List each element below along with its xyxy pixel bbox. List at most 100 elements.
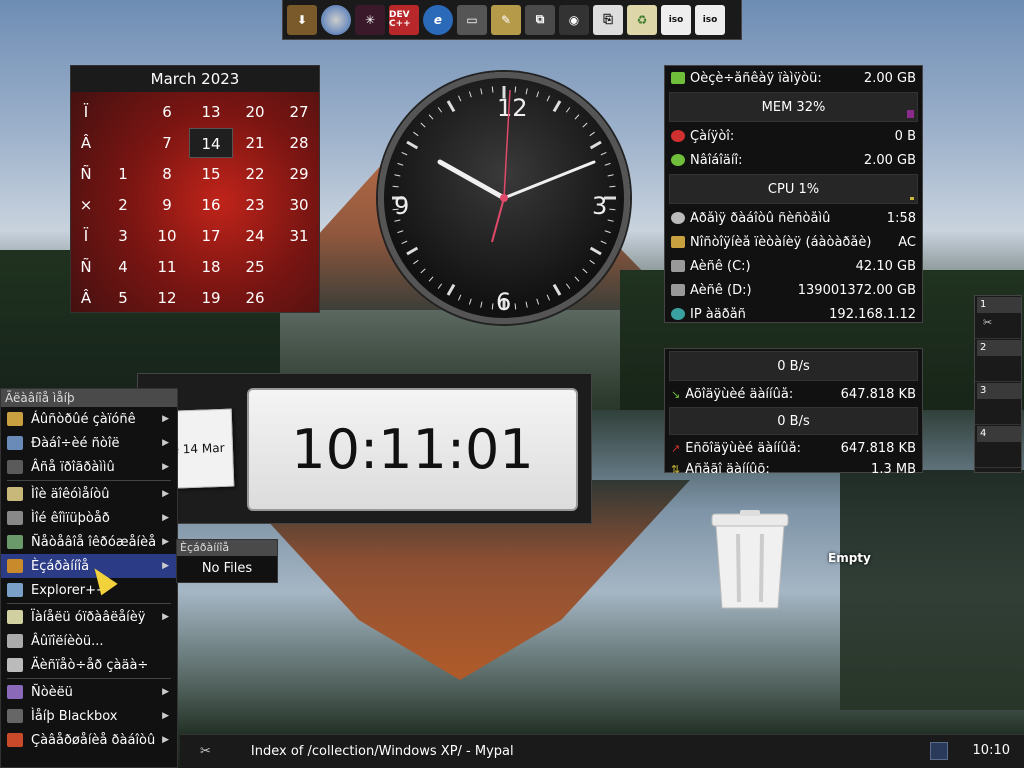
calendar-day[interactable]: 30 — [277, 196, 321, 214]
calendar-day[interactable]: 22 — [233, 165, 277, 183]
taskbar-clock: 10:10 — [972, 743, 1010, 758]
calendar-day[interactable]: 19 — [189, 289, 233, 307]
workspace-3[interactable]: 3 — [975, 382, 1021, 425]
chevron-right-icon: ▶ — [162, 513, 169, 523]
calendar-day[interactable]: 31 — [277, 227, 321, 245]
calendar-day[interactable]: 24 — [233, 227, 277, 245]
menu-item[interactable]: Äèñïåò÷åð çàäà÷ — [1, 653, 177, 677]
disc-icon[interactable] — [321, 4, 351, 35]
cpu-usage-label: CPU 1% — [767, 181, 820, 197]
taskbar: ✂ Index of /collection/Windows XP/ - Myp… — [180, 734, 1024, 768]
menu-item[interactable]: Explorer++ — [1, 578, 177, 602]
menu-item[interactable]: Ìîè äîêóìåíòû ▶ — [1, 482, 177, 506]
clock-tick — [609, 185, 616, 188]
text-editor-icon[interactable]: ⎘ — [593, 4, 623, 35]
molecule-icon[interactable]: ✳ — [355, 4, 385, 35]
arrow-up-icon: ↗ — [671, 441, 681, 455]
top-dock: ⬇ ✳ DEV C++ e ▭ ✎ ⧉ ◉ ⎘ ♻ iso iso — [282, 0, 742, 40]
calendar-day[interactable]: 20 — [233, 103, 277, 121]
calendar-today[interactable]: 14 — [189, 127, 233, 158]
clock-tick — [397, 230, 404, 234]
menu-item-label: Ñòèëü — [31, 684, 73, 700]
calendar-day[interactable]: 26 — [233, 289, 277, 307]
menu-item-label: Ìåíþ Blackbox — [31, 708, 118, 724]
calendar-day[interactable]: 3 — [101, 227, 145, 245]
clock-tick — [420, 122, 426, 128]
clock-tick — [604, 162, 611, 166]
calendar-day[interactable]: 25 — [233, 258, 277, 276]
calendar-day[interactable]: 21 — [233, 134, 277, 152]
menu-item-icon — [7, 559, 23, 573]
menu-item-icon — [7, 733, 23, 747]
calendar-day[interactable]: 28 — [277, 134, 321, 152]
calendar-day[interactable]: 7 — [145, 134, 189, 152]
raccoon-icon[interactable]: ◉ — [559, 4, 589, 35]
menu-item[interactable]: Çàâåðøåíèå ðàáîòû ▶ — [1, 728, 177, 752]
menu-item-label: Ñåòåâîå îêðóæåíèå — [31, 534, 157, 550]
calendar-day[interactable]: 27 — [277, 103, 321, 121]
taskbar-window-title[interactable]: Index of /collection/Windows XP/ - Mypal — [251, 744, 514, 759]
menu-item[interactable]: Ìåíþ Blackbox ▶ — [1, 704, 177, 728]
monitor-icon[interactable]: ▭ — [457, 4, 487, 35]
calendar-day[interactable]: 5 — [101, 289, 145, 307]
calendar-day[interactable]: 13 — [189, 103, 233, 121]
recycle-icon[interactable]: ♻ — [627, 4, 657, 35]
clock-tick — [480, 301, 483, 308]
chevron-right-icon: ▶ — [162, 711, 169, 721]
iso-icon[interactable]: iso — [661, 4, 691, 35]
used-icon — [671, 130, 685, 142]
workspace-4[interactable]: 4 — [975, 425, 1021, 468]
network-icon[interactable]: ⧉ — [525, 4, 555, 35]
workspace-2[interactable]: 2 — [975, 339, 1021, 382]
calendar-day[interactable]: 15 — [189, 165, 233, 183]
calendar-day[interactable]: 29 — [277, 165, 321, 183]
install-icon[interactable]: ⬇ — [287, 4, 317, 35]
menu-item-label: Ðàáî÷èé ñòîë — [31, 435, 120, 451]
trash-can-graphic — [711, 510, 789, 609]
menu-item[interactable]: Âñå ïðîãðàììû ▶ — [1, 455, 177, 479]
cpu-level-indicator — [910, 197, 914, 200]
menu-item[interactable]: Ðàáî÷èé ñòîë ▶ — [1, 431, 177, 455]
menu-item[interactable]: Âûïîëíèòü... — [1, 629, 177, 653]
submenu-item-no-files[interactable]: No Files — [177, 556, 277, 582]
upload-rate: 0 B/s — [777, 413, 810, 429]
total-row: ⇅ Âñåãî äàííûõ: 1.3 MB — [665, 459, 922, 479]
menu-separator — [7, 480, 171, 481]
chevron-right-icon: ▶ — [162, 561, 169, 571]
calendar-day[interactable]: 16 — [189, 196, 233, 214]
menu-item[interactable]: Ìîé êîìïüþòåð ▶ — [1, 506, 177, 530]
calendar-day[interactable]: 12 — [145, 289, 189, 307]
mem-usage-label: MEM 32% — [761, 99, 826, 115]
calendar-day[interactable]: 8 — [145, 165, 189, 183]
calendar-day[interactable]: 2 — [101, 196, 145, 214]
clock-tick — [413, 131, 419, 137]
ie-icon[interactable]: e — [423, 4, 453, 35]
menu-item[interactable]: Ñåòåâîå îêðóæåíèå ▶ — [1, 530, 177, 554]
clock-tick — [536, 91, 540, 98]
devcpp-icon[interactable]: DEV C++ — [389, 4, 419, 35]
calendar-day[interactable]: 1 — [101, 165, 145, 183]
menu-item[interactable]: Áûñòðûé çàïóñê ▶ — [1, 407, 177, 431]
menu-item-icon — [7, 634, 23, 648]
globe-icon — [671, 308, 685, 320]
notepad-icon[interactable]: ✎ — [491, 4, 521, 35]
clock-tick — [437, 283, 443, 289]
calendar-day[interactable]: 6 — [145, 103, 189, 121]
calendar-day[interactable]: 10 — [145, 227, 189, 245]
iso-icon[interactable]: iso — [695, 4, 725, 35]
calendar-day[interactable]: 23 — [233, 196, 277, 214]
menu-item[interactable]: Ïàíåëü óïðàâëåíèÿ ▶ — [1, 605, 177, 629]
calendar-day[interactable]: 11 — [145, 258, 189, 276]
menu-item[interactable]: Ñòèëü ▶ — [1, 680, 177, 704]
calendar-day[interactable]: 17 — [189, 227, 233, 245]
clock-tick — [600, 151, 607, 156]
calendar-day[interactable]: 9 — [145, 196, 189, 214]
calendar-day[interactable]: 4 — [101, 258, 145, 276]
clock-tick — [546, 95, 551, 102]
trash-bin-icon[interactable] — [710, 510, 790, 610]
workspace-1[interactable]: 1 ✂ — [975, 296, 1021, 339]
calendar-day[interactable]: 18 — [189, 258, 233, 276]
clock-tick — [446, 283, 456, 296]
tray-icon[interactable] — [930, 742, 948, 760]
taskbar-app-icon[interactable]: ✂ — [200, 744, 211, 759]
